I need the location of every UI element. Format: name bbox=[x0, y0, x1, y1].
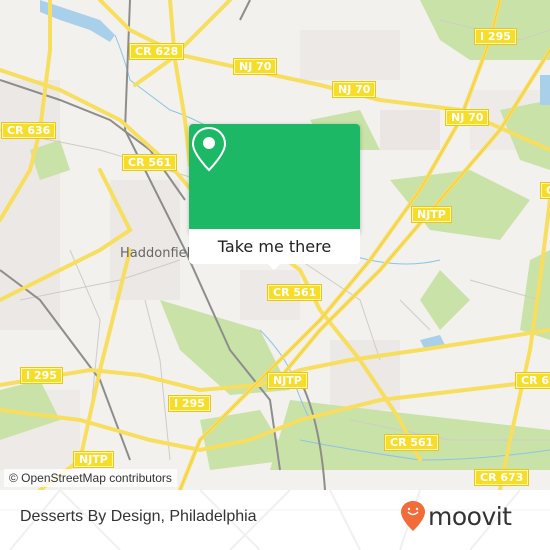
road-label-njtp-c: NJTP bbox=[73, 451, 114, 468]
road-label-edge: C bbox=[539, 182, 550, 199]
road-label-cr673-a: CR 673 bbox=[514, 372, 550, 389]
road-label-njtp-a: NJTP bbox=[411, 206, 452, 223]
road-label-nj70-c: NJ 70 bbox=[444, 109, 490, 126]
road-label-i295-b: I 295 bbox=[20, 367, 63, 384]
road-label-nj70-b: NJ 70 bbox=[331, 81, 377, 98]
road-label-njtp-b: NJTP bbox=[267, 372, 308, 389]
place-title: Desserts By Design, Philadelphia bbox=[20, 508, 257, 525]
popup-pointer bbox=[266, 262, 282, 270]
moovit-logo[interactable]: moovit bbox=[400, 500, 512, 532]
popup-header bbox=[189, 124, 360, 229]
moovit-pin-icon bbox=[401, 501, 425, 531]
road-label-cr561-a: CR 561 bbox=[121, 154, 178, 171]
map-attribution[interactable]: © OpenStreetMap contributors bbox=[4, 469, 177, 487]
road-label-cr561-c: CR 561 bbox=[383, 434, 440, 451]
place-haddonfield: Haddonfield bbox=[120, 246, 199, 261]
road-label-cr673-b: CR 673 bbox=[473, 469, 530, 486]
map[interactable]: Haddonfield CR 628 NJ 70 NJ 70 NJ 70 I 2… bbox=[0, 0, 550, 490]
road-label-i295-a: I 295 bbox=[474, 28, 517, 45]
take-me-there-button[interactable]: Take me there bbox=[189, 229, 360, 264]
location-popup: Take me there bbox=[189, 124, 360, 270]
road-label-nj70-a: NJ 70 bbox=[232, 58, 278, 75]
road-label-i295-c: I 295 bbox=[168, 395, 211, 412]
map-pin-icon bbox=[191, 126, 227, 172]
road-label-cr636: CR 636 bbox=[0, 122, 57, 139]
road-label-cr628: CR 628 bbox=[128, 43, 185, 60]
footer: Desserts By Design, Philadelphia moovit bbox=[0, 490, 550, 550]
road-label-cr561-b: CR 561 bbox=[266, 284, 323, 301]
moovit-logo-text: moovit bbox=[428, 501, 512, 531]
